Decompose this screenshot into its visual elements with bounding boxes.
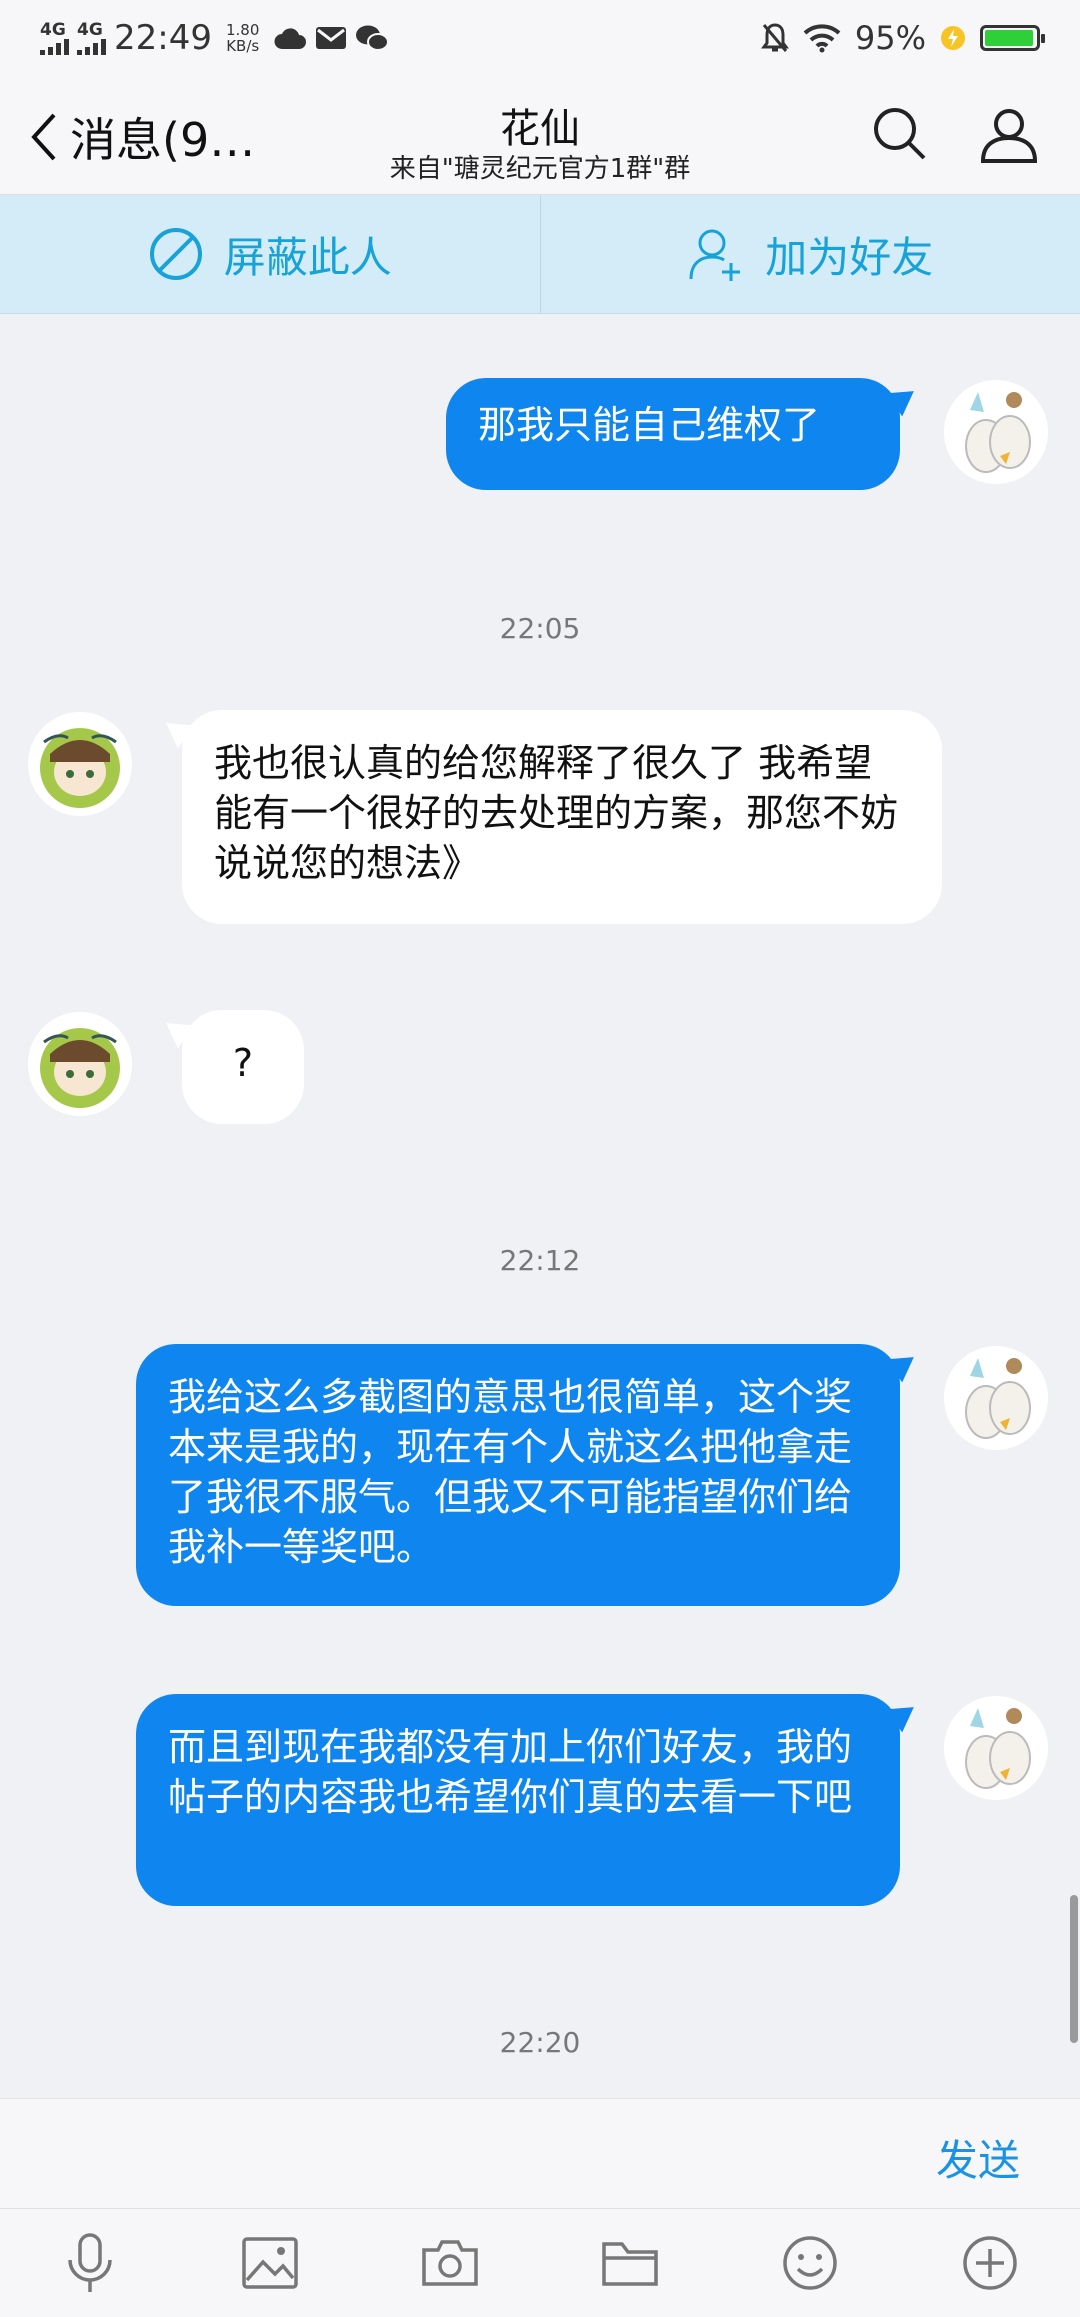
- more-button[interactable]: [955, 2228, 1025, 2298]
- duck-avatar-icon: [944, 1696, 1048, 1800]
- message-bubble-outgoing[interactable]: 而且到现在我都没有加上你们好友，我的帖子的内容我也希望你们真的去看一下吧: [136, 1694, 900, 1906]
- message-bubble-outgoing[interactable]: 我给这么多截图的意思也很简单，这个奖本来是我的，现在有个人就这么把他拿走了我很不…: [136, 1344, 900, 1606]
- input-toolbar: [0, 2208, 1080, 2317]
- plus-icon: [961, 2234, 1019, 2292]
- signal-2-icon: 4G: [77, 22, 106, 55]
- block-icon: [148, 226, 204, 282]
- image-icon: [241, 2236, 299, 2290]
- timestamp: 22:20: [0, 2026, 1080, 2059]
- emoji-button[interactable]: [775, 2228, 845, 2298]
- my-avatar[interactable]: [944, 1346, 1048, 1450]
- speed-unit: KB/s: [226, 38, 259, 54]
- girl-avatar-icon: [28, 712, 132, 816]
- charging-icon: [940, 25, 966, 51]
- network-type-2: 4G: [77, 22, 103, 39]
- block-user-label: 屏蔽此人: [224, 224, 392, 285]
- camera-button[interactable]: [415, 2228, 485, 2298]
- my-avatar[interactable]: [944, 380, 1048, 484]
- bell-off-icon: [761, 22, 789, 54]
- message-text: 而且到现在我都没有加上你们好友，我的帖子的内容我也希望你们真的去看一下吧: [168, 1725, 852, 1819]
- message-text: 那我只能自己维权了: [478, 403, 820, 447]
- send-button[interactable]: 发送: [936, 2127, 1020, 2188]
- mail-icon: [315, 26, 347, 50]
- contact-avatar[interactable]: [28, 712, 132, 816]
- file-button[interactable]: [595, 2228, 665, 2298]
- camera-icon: [420, 2238, 480, 2288]
- timestamp: 22:05: [0, 612, 1080, 645]
- network-type-1: 4G: [40, 22, 66, 39]
- duck-avatar-icon: [944, 1346, 1048, 1450]
- signal-1-icon: 4G: [40, 22, 69, 55]
- search-icon[interactable]: [872, 106, 928, 162]
- title-bar: 消息(9… 花仙 来自"瑭灵纪元官方1群"群: [0, 76, 1080, 195]
- message-bubble-incoming[interactable]: 我也很认真的给您解释了很久了 我希望能有一个很好的去处理的方案，那您不妨说说您的…: [182, 710, 942, 924]
- network-speed: 1.80 KB/s: [226, 22, 259, 54]
- contact-avatar[interactable]: [28, 1012, 132, 1116]
- battery-icon: [980, 25, 1040, 51]
- add-friend-button[interactable]: 加为好友: [541, 195, 1080, 313]
- emoji-icon: [781, 2234, 839, 2292]
- cloud-icon: [273, 25, 307, 51]
- voice-button[interactable]: [55, 2228, 125, 2298]
- wifi-icon: [803, 23, 841, 53]
- add-friend-label: 加为好友: [765, 224, 933, 285]
- microphone-icon: [65, 2232, 115, 2294]
- message-composer: 发送: [0, 2098, 1080, 2209]
- folder-icon: [600, 2238, 660, 2288]
- scrollbar[interactable]: [1070, 1895, 1078, 2043]
- message-text: 我给这么多截图的意思也很简单，这个奖本来是我的，现在有个人就这么把他拿走了我很不…: [168, 1375, 852, 1569]
- message-input[interactable]: [30, 2117, 910, 2191]
- girl-avatar-icon: [28, 1012, 132, 1116]
- message-text: 我也很认真的给您解释了很久了 我希望能有一个很好的去处理的方案，那您不妨说说您的…: [214, 741, 898, 885]
- duck-avatar-icon: [944, 380, 1048, 484]
- stranger-action-bar: 屏蔽此人 加为好友: [0, 195, 1080, 314]
- message-text: ?: [233, 1041, 253, 1085]
- clock: 22:49: [114, 18, 212, 58]
- speed-value: 1.80: [226, 22, 259, 38]
- battery-percent: 95%: [855, 19, 926, 57]
- block-user-button[interactable]: 屏蔽此人: [0, 195, 541, 313]
- message-bubble-incoming[interactable]: ?: [182, 1010, 304, 1124]
- message-bubble-outgoing[interactable]: 那我只能自己维权了: [446, 378, 900, 490]
- status-bar: 4G 4G 22:49 1.80 KB/s 95%: [0, 0, 1080, 76]
- image-button[interactable]: [235, 2228, 305, 2298]
- timestamp: 22:12: [0, 1244, 1080, 1277]
- my-avatar[interactable]: [944, 1696, 1048, 1800]
- wechat-icon: [355, 24, 389, 52]
- profile-icon[interactable]: [980, 106, 1038, 164]
- add-friend-icon: [687, 225, 745, 283]
